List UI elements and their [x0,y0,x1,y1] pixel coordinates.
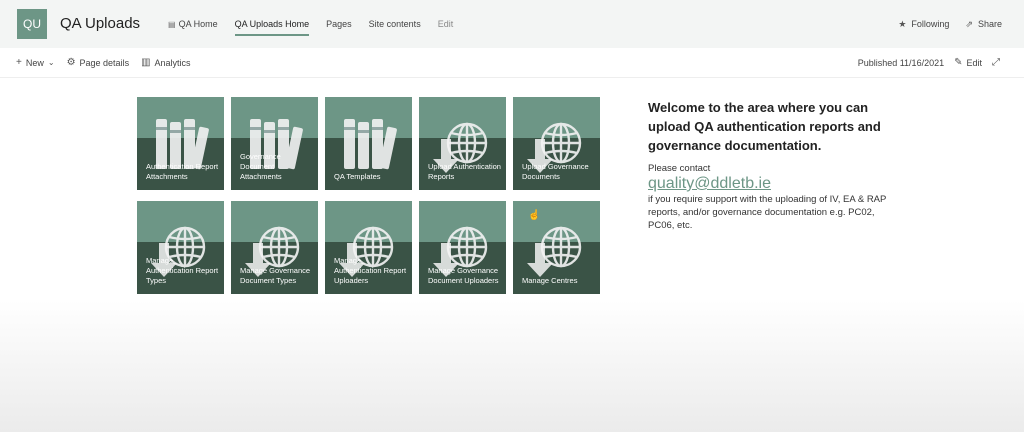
tile-label: Manage Authentication Report Uploaders [334,256,407,285]
tile-label: Authentication Report Attachments [146,162,219,181]
site-navigation: ▤ QA Home QA Uploads Home Pages Site con… [168,0,470,48]
site-logo[interactable]: QU [17,9,47,39]
nav-pages[interactable]: Pages [326,0,352,48]
tile-label: Governance Document Attachments [240,152,282,181]
quick-link-tile[interactable]: Manage Authentication Report Types [137,201,224,294]
quick-link-tile[interactable]: QA Templates [325,97,412,190]
edit-label: Edit [966,57,982,68]
nav-edit-label: Edit [437,19,454,29]
header-actions: ★ Following ⇗ Share [882,0,1002,48]
pencil-icon: ✎ [954,57,963,68]
hand-cursor-icon: ☝ [528,210,541,221]
page-details-label: Page details [79,57,130,68]
analytics-icon: ▥ [141,57,151,68]
star-icon: ★ [898,18,907,29]
nav-site-contents-label: Site contents [368,19,421,29]
nav-qa-home-label: QA Home [178,19,218,29]
quick-link-tile[interactable]: Manage Governance Document Types [231,201,318,294]
nav-edit[interactable]: Edit [438,0,454,48]
contact-suffix: if you require support with the uploadin… [648,194,887,231]
new-button[interactable]: + New ⌄ [16,57,55,68]
gear-icon: ⚙ [66,57,76,68]
following-label: Following [911,19,950,29]
quick-link-tile[interactable]: Manage Authentication Report Uploaders [325,201,412,294]
page-details-button[interactable]: ⚙ Page details [67,57,130,68]
quick-links-grid: Authentication Report Attachments Governa… [137,97,600,296]
chevron-down-icon: ⌄ [47,58,55,67]
nav-qa-uploads-home-label: QA Uploads Home [234,19,310,29]
command-bar: + New ⌄ ⚙ Page details ▥ Analytics Publi… [0,48,1024,78]
share-button[interactable]: ⇗ Share [965,19,1002,30]
site-link-icon: ▤ [168,19,176,29]
nav-site-contents[interactable]: Site contents [369,0,421,48]
analytics-button[interactable]: ▥ Analytics [141,57,190,68]
quick-link-tile[interactable]: Governance Document Attachments [231,97,318,190]
analytics-label: Analytics [154,57,191,68]
welcome-text-block: Welcome to the area where you can upload… [648,98,898,232]
tile-label: Manage Centres [522,276,578,285]
plus-icon: + [16,57,22,68]
published-status: Published 11/16/2021 [857,57,945,68]
email-link[interactable]: quality@ddletb.ie [648,175,898,193]
edit-button[interactable]: ✎ Edit [954,57,982,68]
quick-link-tile[interactable]: Manage Governance Document Uploaders [419,201,506,294]
share-icon: ⇗ [965,18,973,29]
quick-link-tile[interactable]: Upload Authentication Reports [419,97,506,190]
site-title[interactable]: QA Uploads [60,15,140,32]
quick-link-tile[interactable]: Upload Governance Documents [513,97,600,190]
nav-qa-uploads-home[interactable]: QA Uploads Home [234,0,310,48]
tile-label: Upload Authentication Reports [428,162,501,181]
expand-button[interactable]: ⤢ [992,57,1004,68]
expand-icon: ⤢ [992,57,1000,68]
share-label: Share [977,19,1002,29]
quick-link-tile[interactable]: Authentication Report Attachments [137,97,224,190]
tile-label: Manage Authentication Report Types [146,256,219,285]
following-button[interactable]: ★ Following [898,19,949,30]
tile-label: Manage Governance Document Types [240,266,311,285]
contact-prefix: Please contact [648,163,711,174]
quick-link-tile[interactable]: Manage Centres [513,201,600,294]
new-label: New [25,57,44,68]
site-header: QU QA Uploads ▤ QA Home QA Uploads Home … [0,0,1024,48]
welcome-heading: Welcome to the area where you can upload… [648,100,881,153]
tile-label: Upload Governance Documents [522,162,589,181]
nav-pages-label: Pages [326,19,352,29]
nav-qa-home[interactable]: ▤ QA Home [168,0,218,48]
tile-label: QA Templates [334,172,381,181]
tile-label: Manage Governance Document Uploaders [428,266,499,285]
